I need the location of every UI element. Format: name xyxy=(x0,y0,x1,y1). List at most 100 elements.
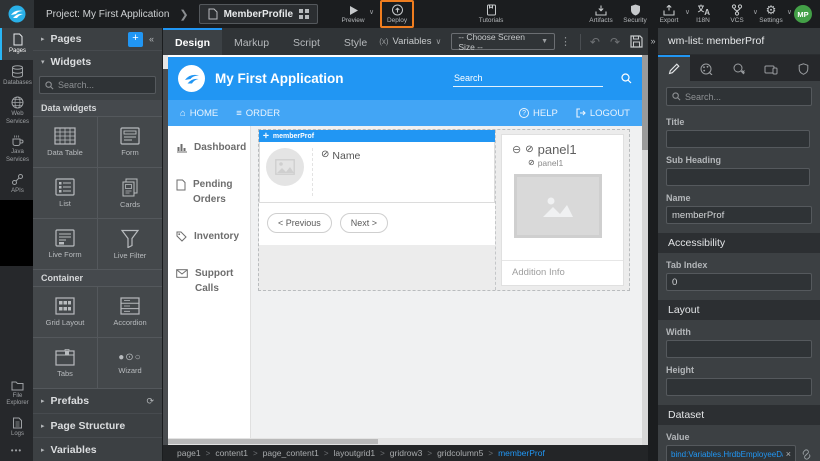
add-page-button[interactable]: + xyxy=(128,32,143,47)
tab-design[interactable]: Design xyxy=(163,28,222,55)
widget-tile-data-table[interactable]: Data Table xyxy=(33,117,97,167)
chevron-down-icon[interactable]: ∨ xyxy=(369,8,374,16)
breadcrumb-page-content1[interactable]: page_content1 xyxy=(263,448,319,458)
panel1-header[interactable]: ⊖ ⊘ panel1 xyxy=(502,135,623,157)
tab-styles[interactable] xyxy=(690,55,722,81)
list-widget-header[interactable]: ✛ memberProf xyxy=(259,130,495,142)
list-item-name-cell[interactable]: ⊘ Name xyxy=(312,148,488,196)
deploy-button[interactable]: Deploy xyxy=(380,0,414,28)
list-item-image-placeholder[interactable] xyxy=(266,148,304,186)
properties-search-input[interactable]: Search... xyxy=(666,87,812,106)
widget-tile-list[interactable]: List xyxy=(33,168,97,218)
subheading-field-input[interactable] xyxy=(666,168,810,186)
nav-home[interactable]: ⌂ HOME xyxy=(180,108,218,119)
canvas-left-scrollbar[interactable] xyxy=(163,55,168,445)
export-button[interactable]: Export ∨ xyxy=(652,0,686,28)
widget-tile-live-filter[interactable]: Live Filter xyxy=(98,219,162,269)
canvas-vertical-scrollbar[interactable] xyxy=(642,55,648,445)
widget-search-input[interactable]: Search... xyxy=(39,76,156,94)
panel-toggle-icon[interactable]: ⊖ xyxy=(512,143,521,156)
tab-properties[interactable] xyxy=(658,55,690,81)
panel1-image-placeholder[interactable] xyxy=(514,174,602,238)
widget-tile-form[interactable]: Form xyxy=(98,117,162,167)
project-label[interactable]: Project: My First Application xyxy=(46,9,169,20)
wavemaker-logo[interactable] xyxy=(0,0,34,28)
tab-script[interactable]: Script xyxy=(281,28,332,55)
grid-column-panel[interactable]: ⊖ ⊘ panel1 ⊘ panel1 xyxy=(496,130,629,290)
breadcrumb-gridrow3[interactable]: gridrow3 xyxy=(390,448,423,458)
more-icon[interactable]: ••• xyxy=(0,442,33,461)
tab-events[interactable] xyxy=(723,55,755,81)
artifacts-button[interactable]: Artifacts xyxy=(584,0,618,28)
widget-tile-accordion[interactable]: Accordion xyxy=(98,287,162,337)
grid-icon[interactable] xyxy=(299,9,309,19)
page-structure-section-header[interactable]: ▸ Page Structure xyxy=(33,413,162,437)
collapse-panel-icon[interactable]: « xyxy=(149,34,154,44)
tutorials-button[interactable]: Tutorials xyxy=(474,0,508,28)
tab-markup[interactable]: Markup xyxy=(222,28,281,55)
list-item-template[interactable]: ⊘ Name xyxy=(259,142,495,203)
widgets-section-header[interactable]: ▾ Widgets xyxy=(33,50,162,72)
nav-help[interactable]: ? HELP xyxy=(519,108,558,119)
sidebar-item-databases[interactable]: Databases xyxy=(0,60,33,92)
widget-tile-cards[interactable]: Cards xyxy=(98,168,162,218)
height-field-input[interactable] xyxy=(666,378,812,396)
chevron-down-icon[interactable]: ∨ xyxy=(787,8,792,16)
widget-tile-grid-layout[interactable]: Grid Layout xyxy=(33,287,97,337)
refresh-icon[interactable]: ⟳ xyxy=(146,396,154,407)
sidebar-item-file-explorer[interactable]: File Explorer xyxy=(0,375,33,412)
drag-handle-icon[interactable]: ✛ xyxy=(263,132,269,140)
page-tab[interactable]: MemberProfile xyxy=(199,4,318,24)
tab-security[interactable] xyxy=(788,55,820,81)
tab-devices[interactable] xyxy=(755,55,787,81)
selected-grid-column[interactable]: ✛ memberProf xyxy=(258,129,630,291)
sidebar-item-logs[interactable]: Logs xyxy=(0,412,33,443)
save-icon[interactable] xyxy=(625,35,648,48)
collapse-right-panel-icon[interactable]: » xyxy=(650,36,655,461)
value-binding-input[interactable]: bind:Variables.HrdbEmployeeData.data × xyxy=(666,445,796,461)
breadcrumb-gridcolumn5[interactable]: gridcolumn5 xyxy=(437,448,483,458)
sidenav-pending-orders[interactable]: Pending Orders xyxy=(176,177,242,207)
nav-order[interactable]: ≡ ORDER xyxy=(236,108,280,119)
widget-tile-wizard[interactable]: ●⊙○ Wizard xyxy=(98,338,162,388)
list-widget-memberprof[interactable]: ✛ memberProf xyxy=(259,130,496,290)
sidebar-item-web-services[interactable]: Web Services xyxy=(0,91,33,130)
preview-button[interactable]: Preview ∨ xyxy=(336,0,370,28)
title-field-input[interactable] xyxy=(666,130,810,148)
vcs-button[interactable]: VCS ∨ xyxy=(720,0,754,28)
nav-logout[interactable]: LOGOUT xyxy=(576,108,630,119)
prefabs-section-header[interactable]: ▸ Prefabs ⟳ xyxy=(33,389,162,413)
variables-section-header[interactable]: ▸ Variables xyxy=(33,437,162,461)
settings-button[interactable]: ⚙ Settings ∨ xyxy=(754,0,788,28)
security-button[interactable]: Security xyxy=(618,0,652,28)
sidebar-item-apis[interactable]: APIs xyxy=(0,168,33,200)
breadcrumb-layoutgrid1[interactable]: layoutgrid1 xyxy=(334,448,376,458)
variables-dropdown[interactable]: (x) Variables ∨ xyxy=(379,36,441,47)
app-header[interactable]: My First Application Search xyxy=(168,57,642,100)
widget-tile-tabs[interactable]: Tabs xyxy=(33,338,97,388)
app-search-input[interactable]: Search xyxy=(453,71,603,87)
widget-tile-live-form[interactable]: Live Form xyxy=(33,219,97,269)
sidebar-item-pages[interactable]: Pages xyxy=(0,28,33,60)
panel1-widget[interactable]: ⊖ ⊘ panel1 ⊘ panel1 xyxy=(501,134,624,286)
previous-button[interactable]: < Previous xyxy=(267,213,332,233)
sidenav-inventory[interactable]: Inventory xyxy=(176,229,242,244)
more-options-icon[interactable]: ⋮ xyxy=(555,35,576,48)
user-avatar[interactable]: MP xyxy=(794,5,812,23)
tab-style[interactable]: Style xyxy=(332,28,379,55)
undo-icon[interactable]: ↶ xyxy=(585,35,605,49)
sidenav-dashboard[interactable]: Dashboard xyxy=(176,140,242,155)
i18n-button[interactable]: A I18N xyxy=(686,0,720,28)
page-content-area[interactable]: ✛ memberProf xyxy=(251,126,642,438)
canvas-horizontal-scrollbar[interactable] xyxy=(168,438,642,445)
width-field-input[interactable] xyxy=(666,340,812,358)
clear-binding-icon[interactable]: × xyxy=(786,449,791,459)
next-button[interactable]: Next > xyxy=(340,213,388,233)
pages-section-header[interactable]: ▸ Pages + « xyxy=(33,28,162,50)
sidebar-item-java-services[interactable]: Java Services xyxy=(0,130,33,168)
breadcrumb-memberprof[interactable]: memberProf xyxy=(498,448,545,458)
sidenav-support-calls[interactable]: Support Calls xyxy=(176,266,242,296)
screen-size-select[interactable]: -- Choose Screen Size -- ▼ xyxy=(451,33,555,50)
breadcrumb-page1[interactable]: page1 xyxy=(177,448,201,458)
name-field-input[interactable] xyxy=(666,206,812,224)
